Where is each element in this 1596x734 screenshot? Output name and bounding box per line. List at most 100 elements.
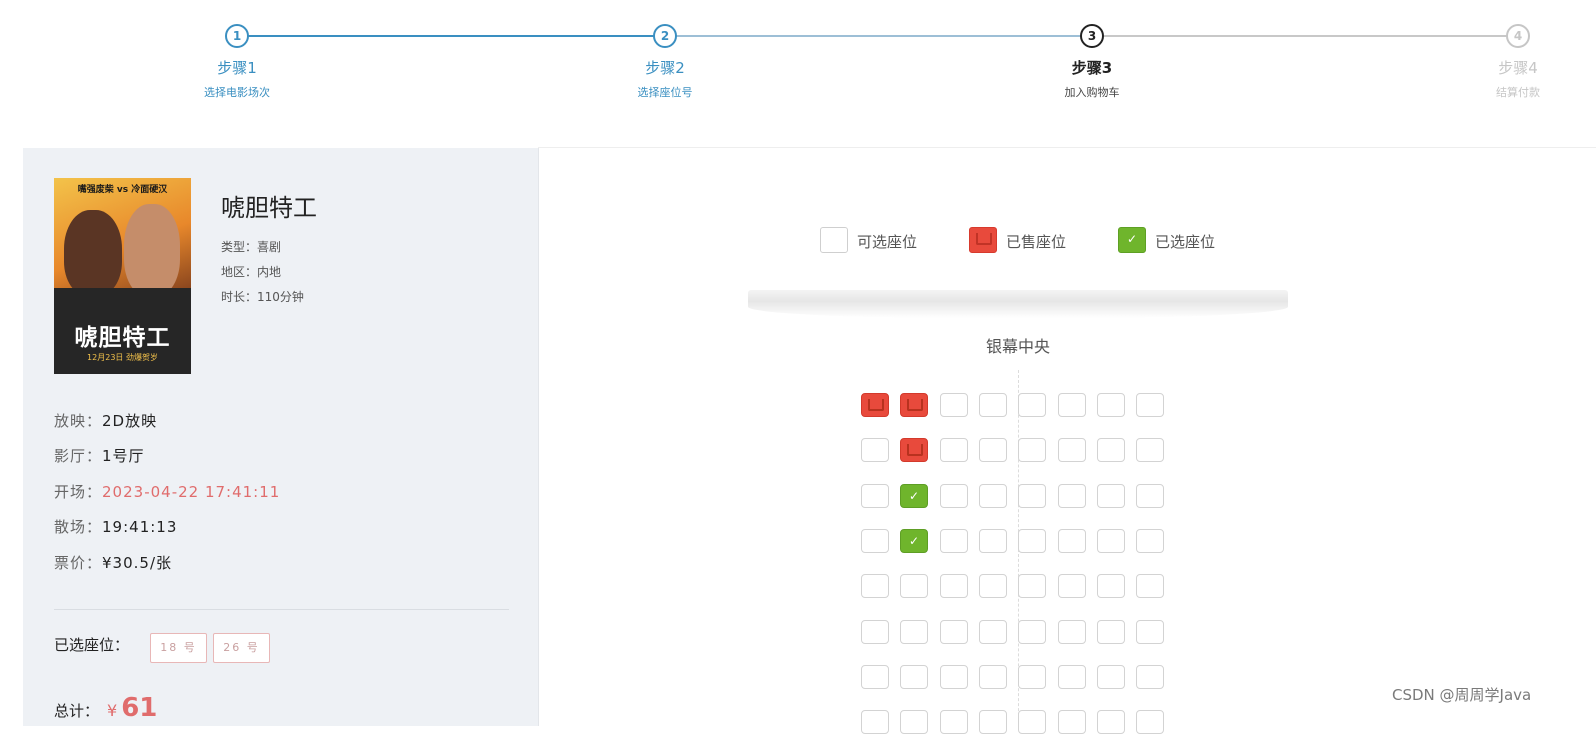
price-row: 票价：¥30.5/张	[54, 554, 173, 572]
step-desc: 加入购物车	[1064, 86, 1120, 99]
seat-sold-icon	[969, 227, 997, 253]
seat-avail[interactable]	[1018, 393, 1046, 417]
seat-avail[interactable]	[940, 438, 968, 462]
seat-avail[interactable]	[940, 393, 968, 417]
movie-duration: 时长：110分钟	[221, 290, 304, 304]
seat-available-icon	[820, 227, 848, 253]
seat-avail[interactable]	[1136, 665, 1164, 689]
seat-avail[interactable]	[1136, 393, 1164, 417]
seat-avail[interactable]	[900, 574, 928, 598]
seat-avail[interactable]	[1136, 484, 1164, 508]
seat-avail[interactable]	[861, 529, 889, 553]
total-amount: 61	[121, 693, 158, 723]
seat-avail[interactable]	[1058, 393, 1086, 417]
seat-avail[interactable]	[861, 574, 889, 598]
seat-avail[interactable]	[861, 620, 889, 644]
seat-avail[interactable]	[940, 710, 968, 734]
end-time-row: 散场：19:41:13	[54, 518, 178, 536]
total-row: 总计： ¥61	[54, 693, 158, 723]
step-desc: 选择电影场次	[204, 86, 270, 99]
movie-type: 类型：喜剧	[221, 240, 282, 254]
seat-avail[interactable]	[1097, 665, 1125, 689]
hall-row: 影厅：1号厅	[54, 447, 145, 465]
selected-seat-tag[interactable]: 18 号	[150, 633, 207, 663]
watermark: CSDN @周周学Java	[1392, 686, 1532, 704]
seat-avail[interactable]	[1097, 393, 1125, 417]
seat-avail[interactable]	[1136, 574, 1164, 598]
seat-avail[interactable]	[979, 665, 1007, 689]
seat-avail[interactable]	[1136, 438, 1164, 462]
seat-sold	[861, 393, 889, 417]
seat-avail[interactable]	[1058, 529, 1086, 553]
selected-seats-label: 已选座位：	[54, 636, 130, 654]
seat-avail[interactable]	[900, 710, 928, 734]
seat-avail[interactable]	[1018, 438, 1046, 462]
movie-region: 地区：内地	[221, 265, 282, 279]
seat-avail[interactable]	[979, 529, 1007, 553]
seat-selected[interactable]: ✓	[900, 484, 928, 508]
step-progress: 1 步骤1 选择电影场次 2 步骤2 选择座位号 3 步骤3 加入购物车 4 步…	[0, 0, 1596, 140]
seat-avail[interactable]	[1136, 620, 1164, 644]
seat-avail[interactable]	[1018, 620, 1046, 644]
seat-avail[interactable]	[900, 665, 928, 689]
seat-avail[interactable]	[1097, 710, 1125, 734]
seat-avail[interactable]	[979, 484, 1007, 508]
seat-avail[interactable]	[940, 574, 968, 598]
seat-avail[interactable]	[1097, 529, 1125, 553]
seat-avail[interactable]	[1018, 484, 1046, 508]
step-title: 步骤4	[1498, 59, 1538, 77]
screen-bar	[748, 290, 1288, 318]
seat-avail[interactable]	[1058, 710, 1086, 734]
step-title: 步骤1	[217, 59, 257, 77]
step-number-icon: 1	[225, 24, 249, 48]
step-2[interactable]: 2 步骤2 选择座位号	[585, 24, 745, 100]
seat-avail[interactable]	[1058, 665, 1086, 689]
seat-avail[interactable]	[1018, 665, 1046, 689]
seat-avail[interactable]	[861, 665, 889, 689]
seat-avail[interactable]	[1097, 438, 1125, 462]
seat-avail[interactable]	[940, 620, 968, 644]
seat-avail[interactable]	[940, 665, 968, 689]
seat-avail[interactable]	[1018, 529, 1046, 553]
step-number-icon: 3	[1080, 24, 1104, 48]
seat-avail[interactable]	[1018, 710, 1046, 734]
seat-avail[interactable]	[979, 438, 1007, 462]
step-number-icon: 2	[653, 24, 677, 48]
step-title: 步骤2	[645, 59, 685, 77]
seat-avail[interactable]	[1018, 574, 1046, 598]
seat-avail[interactable]	[979, 574, 1007, 598]
movie-info-panel: 嘴强废柴 vs 冷面硬汉 唬胆特工 12月23日 劲爆贺岁 唬胆特工 类型：喜剧…	[23, 148, 539, 726]
seat-sold	[900, 393, 928, 417]
screen-label: 银幕中央	[985, 337, 1050, 356]
seat-avail[interactable]	[979, 710, 1007, 734]
seat-avail[interactable]	[1058, 574, 1086, 598]
step-3[interactable]: 3 步骤3 加入购物车	[1012, 24, 1172, 100]
seat-avail[interactable]	[979, 620, 1007, 644]
step-desc: 结算付款	[1496, 86, 1540, 99]
seat-selected-icon: ✓	[1118, 227, 1146, 253]
seat-avail[interactable]	[861, 484, 889, 508]
movie-poster: 嘴强废柴 vs 冷面硬汉 唬胆特工 12月23日 劲爆贺岁	[54, 178, 191, 374]
seat-avail[interactable]	[861, 438, 889, 462]
seat-avail[interactable]	[1058, 438, 1086, 462]
seat-avail[interactable]	[1136, 529, 1164, 553]
seat-avail[interactable]	[1058, 620, 1086, 644]
seat-avail[interactable]	[940, 529, 968, 553]
seat-avail[interactable]	[1097, 574, 1125, 598]
selected-seat-tag[interactable]: 26 号	[213, 633, 270, 663]
step-4[interactable]: 4 步骤4 结算付款	[1438, 24, 1596, 100]
seat-sold	[900, 438, 928, 462]
step-desc: 选择座位号	[637, 86, 693, 99]
seat-avail[interactable]	[979, 393, 1007, 417]
seat-avail[interactable]	[900, 620, 928, 644]
seat-avail[interactable]	[940, 484, 968, 508]
seat-avail[interactable]	[1097, 484, 1125, 508]
seat-selected[interactable]: ✓	[900, 529, 928, 553]
seat-avail[interactable]	[1097, 620, 1125, 644]
start-time-row: 开场：2023-04-22 17:41:11	[54, 483, 281, 501]
seat-avail[interactable]	[861, 710, 889, 734]
seat-avail[interactable]	[1058, 484, 1086, 508]
step-1[interactable]: 1 步骤1 选择电影场次	[157, 24, 317, 100]
seat-avail[interactable]	[1136, 710, 1164, 734]
divider	[54, 609, 509, 610]
